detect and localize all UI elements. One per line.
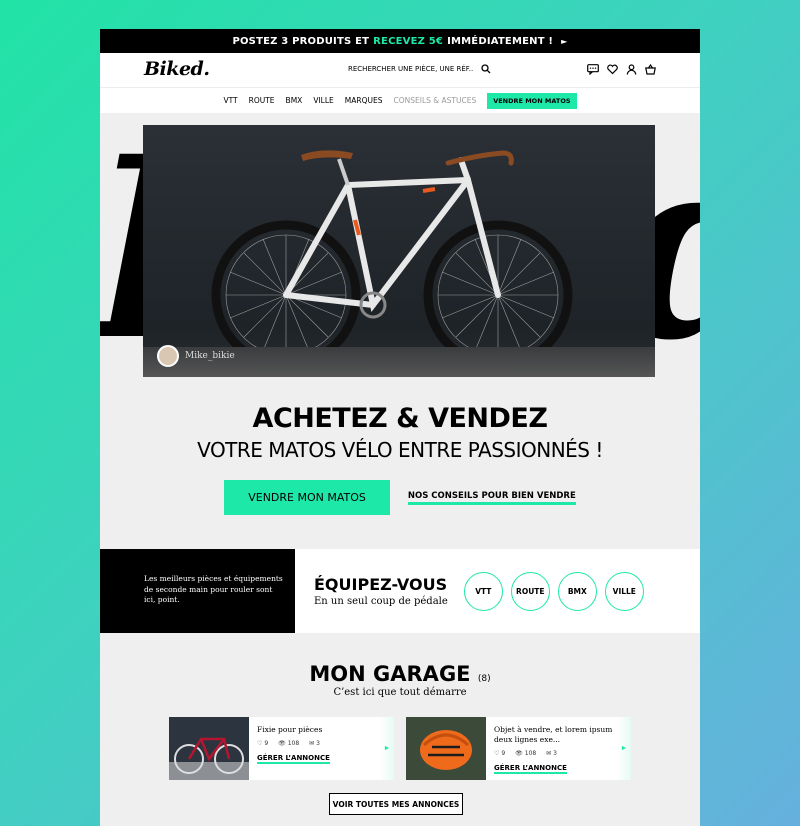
play-icon: ►: [561, 36, 568, 46]
user-icon[interactable]: [626, 64, 637, 75]
message-icon: ✉: [546, 750, 552, 758]
chevron-right-icon[interactable]: ►: [617, 717, 631, 780]
eye-icon: 👁: [278, 740, 286, 748]
equip-panel: ÉQUIPEZ-VOUS En un seul coup de pédale V…: [295, 549, 700, 633]
heart-icon: ♡: [494, 750, 500, 758]
category-vtt[interactable]: VTT: [463, 571, 503, 611]
equip-subtitle: En un seul coup de pédale: [314, 596, 448, 607]
bicycle-illustration: [211, 150, 573, 370]
equip-titles: ÉQUIPEZ-VOUS En un seul coup de pédale: [314, 575, 448, 607]
avatar: [157, 345, 179, 367]
hero-headline: ACHETEZ & VENDEZ VOTRE MATOS VÉLO ENTRE …: [100, 403, 700, 462]
equip-intro: Les meilleurs pièces et équipements de s…: [100, 549, 295, 633]
page-frame: POSTEZ 3 PRODUITS ET RECEVEZ 5€ IMMÉDIAT…: [100, 29, 700, 826]
promo-banner[interactable]: POSTEZ 3 PRODUITS ET RECEVEZ 5€ IMMÉDIAT…: [100, 29, 700, 53]
sell-button[interactable]: VENDRE MON MATOS: [224, 480, 390, 515]
likes-stat: ♡ 9: [257, 740, 268, 747]
manage-listing-link[interactable]: GÉRER L’ANNONCE: [494, 764, 567, 775]
listing-stats: ♡ 9 👁 108 ✉ 3: [494, 750, 623, 757]
equip-title: ÉQUIPEZ-VOUS: [314, 575, 448, 594]
hero-photo: Mike_bikie: [143, 125, 655, 377]
listing-card[interactable]: Fixie pour pièces ♡ 9 👁 108 ✉ 3 GÉRER L’…: [169, 717, 394, 780]
message-icon[interactable]: [587, 64, 599, 75]
heart-icon[interactable]: [607, 64, 618, 75]
garage-section: MON GARAGE (8) C’est ici que tout démarr…: [100, 662, 700, 698]
messages-count: 3: [553, 750, 557, 758]
hero-section: B d.: [100, 113, 700, 377]
promo-accent: RECEVEZ 5€: [373, 35, 444, 47]
hero-title: ACHETEZ & VENDEZ: [252, 403, 548, 434]
views-stat: 👁 108: [278, 740, 299, 747]
hero-ctas: VENDRE MON MATOS NOS CONSEILS POUR BIEN …: [100, 480, 700, 515]
promo-suffix: IMMÉDIATEMENT !: [447, 35, 554, 47]
nav-sell-button[interactable]: VENDRE MON MATOS: [487, 92, 577, 109]
listing-stats: ♡ 9 👁 108 ✉ 3: [257, 740, 386, 747]
listing-title: Fixie pour pièces: [257, 725, 323, 734]
garage-subtitle: C’est ici que tout démarre: [333, 687, 467, 698]
equip-section: Les meilleurs pièces et équipements de s…: [100, 549, 700, 633]
category-list: VTT ROUTE BMX VILLE: [463, 571, 644, 611]
listing-info: Fixie pour pièces ♡ 9 👁 108 ✉ 3 GÉRER L’…: [249, 717, 394, 780]
photo-credit[interactable]: Mike_bikie: [157, 345, 235, 367]
heart-icon: ♡: [257, 740, 263, 748]
listing-thumbnail: [169, 717, 249, 780]
nav-item-conseils[interactable]: CONSEILS & ASTUCES: [393, 96, 476, 105]
category-ville[interactable]: VILLE: [604, 571, 644, 611]
likes-count: 9: [501, 750, 506, 758]
listing-card[interactable]: Objet à vendre, et lorem ipsum deux lign…: [406, 717, 631, 780]
messages-stat: ✉ 3: [309, 740, 320, 747]
search-input[interactable]: RECHERCHER UNE PIÈCE, UNE RÉF..: [348, 65, 473, 73]
listing-title: Objet à vendre, et lorem ipsum deux lign…: [494, 725, 613, 745]
views-count: 108: [287, 740, 300, 748]
photo-credit-name: Mike_bikie: [185, 351, 235, 361]
listing-info: Objet à vendre, et lorem ipsum deux lign…: [486, 717, 631, 780]
message-icon: ✉: [309, 740, 315, 748]
chevron-right-icon[interactable]: ►: [380, 717, 394, 780]
selling-tips-link[interactable]: NOS CONSEILS POUR BIEN VENDRE: [407, 491, 576, 505]
listing-thumbnail: [406, 717, 486, 780]
garage-title-text: MON GARAGE: [309, 662, 471, 686]
basket-icon[interactable]: [645, 64, 656, 75]
eye-icon: 👁: [515, 750, 523, 758]
listing-cards: Fixie pour pièces ♡ 9 👁 108 ✉ 3 GÉRER L’…: [169, 717, 631, 780]
category-bmx[interactable]: BMX: [557, 571, 597, 611]
messages-stat: ✉ 3: [546, 750, 557, 757]
views-count: 108: [524, 750, 537, 758]
views-stat: 👁 108: [515, 750, 536, 757]
category-route[interactable]: ROUTE: [510, 571, 550, 611]
search-icon[interactable]: [481, 64, 491, 74]
see-all-listings-button[interactable]: VOIR TOUTES MES ANNONCES: [329, 793, 463, 815]
search-bar[interactable]: RECHERCHER UNE PIÈCE, UNE RÉF..: [348, 64, 491, 74]
header-icons: [587, 64, 656, 75]
likes-stat: ♡ 9: [494, 750, 505, 757]
messages-count: 3: [316, 740, 320, 748]
garage-count: (8): [477, 674, 491, 684]
nav-item-marques[interactable]: MARQUES: [345, 96, 383, 105]
site-logo[interactable]: Biked.: [144, 58, 210, 80]
promo-text: POSTEZ 3 PRODUITS ET: [232, 35, 370, 47]
garage-title: MON GARAGE (8): [100, 662, 700, 686]
nav-item-ville[interactable]: VILLE: [313, 96, 333, 105]
manage-listing-link[interactable]: GÉRER L’ANNONCE: [257, 754, 330, 765]
likes-count: 9: [264, 740, 269, 748]
site-header: Biked. RECHERCHER UNE PIÈCE, UNE RÉF..: [100, 53, 700, 87]
hero-subtitle: VOTRE MATOS VÉLO ENTRE PASSIONNÉS !: [197, 438, 603, 462]
